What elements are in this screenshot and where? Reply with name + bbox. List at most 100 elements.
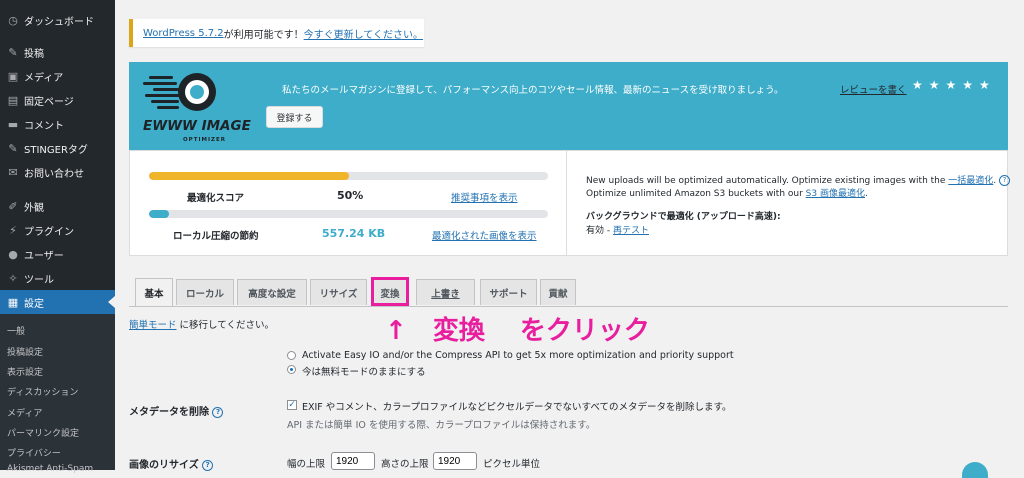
tab-advanced[interactable]: 高度な設定	[237, 279, 307, 305]
saving-value: 557.24 KB	[322, 227, 386, 240]
sidebar-item-plugins[interactable]: ⚡ プラグイン	[0, 218, 115, 242]
write-review-link[interactable]: レビューを書く	[840, 82, 907, 96]
submenu-item-privacy[interactable]: プライバシー	[7, 446, 61, 459]
sidebar-item-label: コメント	[24, 120, 64, 132]
rating-stars[interactable]: ★★★★★	[912, 78, 996, 92]
activate-easyio-label: Activate Easy IO and/or the Compress API…	[302, 350, 734, 361]
resize-label: 画像のリサイズ ?	[129, 456, 214, 471]
wordpress-version-link[interactable]: WordPress 5.7.2	[143, 28, 224, 39]
tab-overrides[interactable]: 上書き	[416, 279, 475, 305]
score-bar-fill	[149, 172, 349, 180]
sidebar-item-label: お問い合わせ	[24, 168, 84, 180]
settings-submenu: 一般 投稿設定 表示設定 ディスカッション メディア パーマリンク設定 プライバ…	[0, 314, 115, 474]
sidebar-item-label: ツール	[24, 274, 54, 286]
score-value: 50%	[337, 189, 364, 202]
plugin-icon: ⚡	[9, 223, 17, 237]
submenu-item-writing[interactable]: 投稿設定	[7, 345, 43, 358]
logo-subtitle: OPTIMIZER	[183, 137, 226, 143]
free-mode-label: 今は無料モードのままにする	[302, 367, 426, 378]
saving-bar-fill	[149, 210, 169, 218]
tab-resize[interactable]: リサイズ	[310, 279, 367, 305]
text: 有効 -	[586, 226, 613, 236]
sidebar-item-pages[interactable]: ▤ 固定ページ	[0, 88, 115, 112]
help-icon[interactable]: ?	[212, 406, 224, 418]
text: .	[864, 189, 868, 199]
sidebar-item-label: ダッシュボード	[24, 16, 94, 28]
help-icon[interactable]: ?	[202, 459, 214, 471]
metadata-note: API または簡単 IO を使用する際、カラープロファイルは保持されます。	[287, 420, 596, 431]
remove-metadata-checkbox[interactable]: ✓	[287, 400, 297, 410]
submenu-item-media[interactable]: メディア	[7, 406, 42, 419]
help-icon[interactable]: ?	[999, 175, 1011, 186]
submenu-item-general[interactable]: 一般	[7, 324, 25, 337]
banner-text: 私たちのメールマガジンに登録して、パフォーマンス向上のコツやセール情報、最新のニ…	[282, 85, 784, 96]
tab-basic[interactable]: 基本	[135, 278, 173, 306]
easy-mode-note: 簡単モード に移行してください。	[129, 317, 274, 331]
tools-icon: ✧	[8, 271, 18, 285]
tab-contribute[interactable]: 貢献	[540, 279, 576, 305]
tab-support[interactable]: サポート	[480, 279, 537, 305]
text: メタデータを削除	[129, 407, 209, 418]
settings-icon: ▦	[7, 295, 19, 309]
metadata-label: メタデータを削除 ?	[129, 403, 224, 418]
view-recommendations-link[interactable]: 推奨事項を表示	[451, 190, 518, 204]
sidebar-item-dashboard[interactable]: ◷ ダッシュボード	[0, 8, 115, 32]
sidebar-item-posts[interactable]: ✎ 投稿	[0, 40, 115, 64]
sidebar-item-appearance[interactable]: ✐ 外観	[0, 194, 115, 218]
optimization-stats-panel: 最適化スコア 50% 推奨事項を表示 ローカル圧縮の節約 557.24 KB 最…	[129, 150, 1011, 256]
notice-text: が利用可能です！	[223, 29, 304, 41]
pin-icon: ✎	[8, 141, 18, 155]
submenu-item-reading[interactable]: 表示設定	[7, 365, 43, 378]
free-mode-radio[interactable]	[287, 365, 296, 374]
sidebar-item-label: プラグイン	[24, 226, 74, 238]
sidebar-item-label: 外観	[24, 202, 44, 214]
easy-mode-link[interactable]: 簡単モード	[129, 320, 177, 331]
background-status: 有効 - 再テスト	[586, 223, 649, 236]
sidebar-item-label: 投稿	[24, 48, 44, 60]
activate-easyio-radio[interactable]	[287, 351, 296, 360]
height-limit-input[interactable]	[433, 452, 477, 470]
mail-icon: ✉	[8, 165, 18, 179]
saving-bar	[149, 210, 548, 218]
signup-button[interactable]: 登録する	[266, 106, 323, 128]
arrow-icon: ↑	[385, 316, 407, 346]
submenu-item-discussion[interactable]: ディスカッション	[7, 385, 78, 398]
text: .	[993, 176, 997, 186]
stats-divider	[566, 151, 567, 255]
newsletter-banner: EWWW IMAGE OPTIMIZER 私たちのメールマガジンに登録して、パフ…	[129, 62, 1008, 150]
pin-icon: ✎	[8, 45, 18, 59]
bulk-optimize-link[interactable]: 一括最適化	[948, 176, 993, 186]
update-now-link[interactable]: 今すぐ更新してください。	[304, 26, 423, 41]
sidebar-item-label: メディア	[24, 72, 64, 84]
user-icon: ●	[8, 247, 18, 261]
retest-link[interactable]: 再テスト	[613, 226, 649, 236]
background-title: バックグラウンドで最適化 (アップロード高速):	[586, 212, 781, 222]
s3-optimize-link[interactable]: S3 画像最適化	[806, 189, 865, 199]
sidebar-item-comments[interactable]: ▬ コメント	[0, 112, 115, 136]
sidebar-item-settings[interactable]: ▦ 設定	[0, 290, 115, 314]
saving-label: ローカル圧縮の節約	[173, 231, 259, 242]
admin-sidebar: ◷ ダッシュボード ✎ 投稿 ▣ メディア ▤ 固定ページ ▬ コメント ✎ STINGER…	[0, 0, 115, 474]
sidebar-item-label: 設定	[24, 298, 44, 310]
height-limit-label: 高さの上限	[381, 459, 429, 470]
dashboard-icon: ◷	[8, 13, 18, 27]
submenu-item-akismet[interactable]: Akismet Anti-Spam	[7, 464, 93, 474]
sidebar-item-media[interactable]: ▣ メディア	[0, 64, 115, 88]
page-icon: ▤	[7, 93, 19, 107]
tab-local[interactable]: ローカル	[176, 279, 234, 305]
sidebar-item-stinger-tags[interactable]: ✎ STINGERタグ	[0, 136, 115, 160]
width-limit-label: 幅の上限	[287, 459, 326, 470]
media-icon: ▣	[7, 69, 19, 83]
sidebar-item-users[interactable]: ● ユーザー	[0, 242, 115, 266]
sidebar-item-contact[interactable]: ✉ お問い合わせ	[0, 160, 115, 184]
submenu-item-permalinks[interactable]: パーマリンク設定	[7, 426, 79, 439]
appearance-icon: ✐	[8, 199, 18, 213]
comment-icon: ▬	[7, 117, 19, 131]
s3-text: Optimize unlimited Amazon S3 buckets wit…	[586, 186, 868, 199]
sidebar-item-tools[interactable]: ✧ ツール	[0, 266, 115, 290]
auto-optimize-text: New uploads will be optimized automatica…	[586, 173, 1011, 186]
update-notice: WordPress 5.7.2 が利用可能です！ 今すぐ更新してください。	[129, 19, 424, 47]
view-optimized-images-link[interactable]: 最適化された画像を表示	[432, 228, 537, 242]
width-limit-input[interactable]	[331, 452, 375, 470]
floating-help-button[interactable]	[962, 462, 988, 478]
